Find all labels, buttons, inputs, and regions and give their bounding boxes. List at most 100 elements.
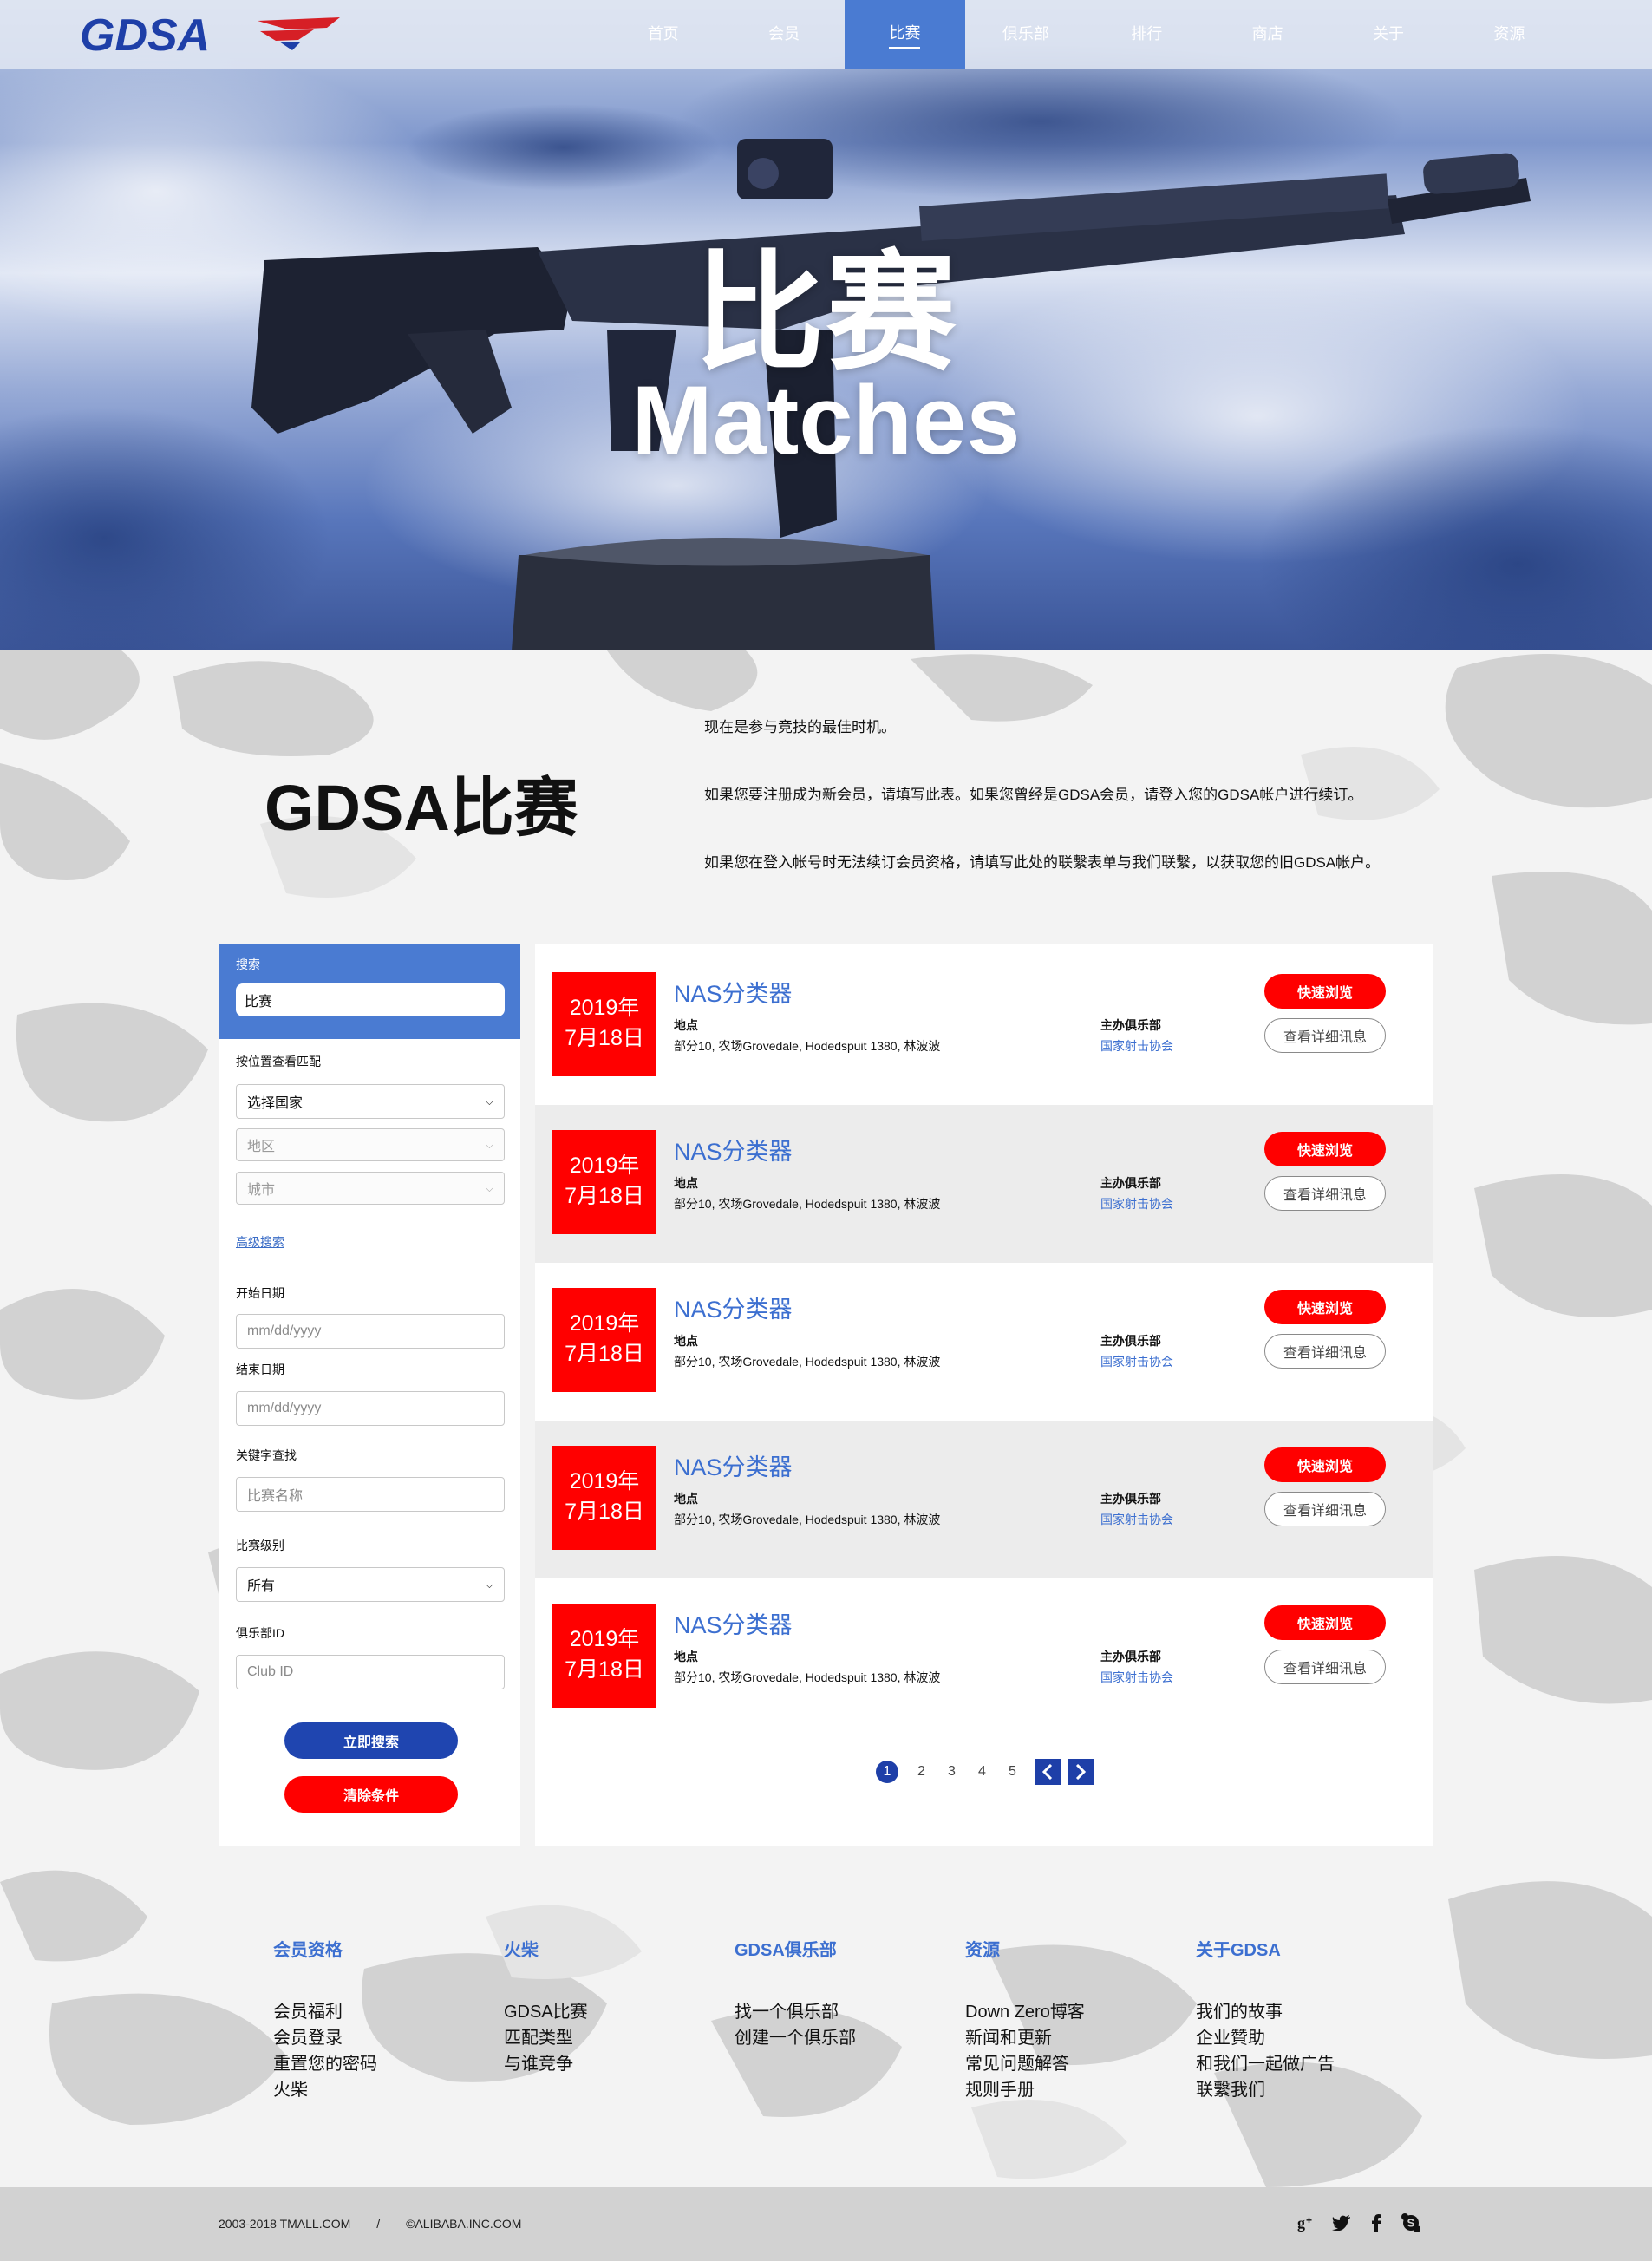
page-link[interactable]: 2 — [906, 1764, 937, 1780]
footer-link[interactable]: 我们的故事 — [1196, 1999, 1335, 2025]
match-location: 部分10, 农场Grovedale, Hodedspuit 1380, 林波波 — [674, 1039, 941, 1053]
view-details-button[interactable]: 查看详细讯息 — [1264, 1176, 1386, 1211]
intro-paragraph: 现在是参与竞技的最佳时机。 — [704, 719, 896, 735]
host-club-link[interactable]: 国家射击协会 — [1100, 1353, 1173, 1370]
copyright: 2003-2018 TMALL.COM / ©ALIBABA.INC.COM — [219, 2217, 521, 2231]
location-label: 地点 — [674, 1176, 698, 1190]
match-title[interactable]: NAS分类器 — [674, 1606, 793, 1640]
page-link[interactable]: 3 — [937, 1764, 967, 1780]
search-box-panel: 搜索 — [219, 944, 520, 1039]
region-select[interactable]: 地区 ⌵ — [236, 1128, 505, 1161]
match-location: 部分10, 农场Grovedale, Hodedspuit 1380, 林波波 — [674, 1355, 941, 1369]
host-club-link[interactable]: 国家射击协会 — [1100, 1669, 1173, 1686]
quick-view-button[interactable]: 快速浏览 — [1264, 1132, 1386, 1166]
footer-link[interactable]: 联繫我们 — [1196, 2077, 1335, 2103]
footer-column-clubs: GDSA俱乐部 找一个俱乐部 创建一个俱乐部 — [735, 1936, 856, 2051]
end-date-input[interactable]: mm/dd/yyyy — [236, 1391, 505, 1426]
club-id-input[interactable]: Club ID — [236, 1655, 505, 1689]
search-label: 搜索 — [236, 957, 260, 971]
chevron-left-icon — [1041, 1764, 1053, 1780]
social-links: g + S — [1296, 2208, 1421, 2238]
footer-link[interactable]: 新闻和更新 — [965, 2025, 1085, 2051]
match-title[interactable]: NAS分类器 — [674, 1133, 793, 1166]
club-id-label: 俱乐部ID — [236, 1626, 284, 1640]
keyword-input[interactable]: 比赛名称 — [236, 1477, 505, 1512]
page-current[interactable]: 1 — [876, 1761, 898, 1783]
nav-item-resources[interactable]: 资源 — [1449, 0, 1570, 69]
chevron-down-icon: ⌵ — [485, 1181, 493, 1194]
facebook-icon[interactable] — [1366, 2208, 1387, 2238]
intro-paragraph: 如果您在登入帐号时无法续订会员资格，请填写此处的联繫表单与我们联繫，以获取您的旧… — [704, 854, 1381, 871]
host-club-link[interactable]: 国家射击协会 — [1100, 1037, 1173, 1055]
footer-link[interactable]: 火柴 — [273, 2077, 377, 2103]
clear-filters-button[interactable]: 清除条件 — [284, 1776, 458, 1813]
view-details-button[interactable]: 查看详细讯息 — [1264, 1650, 1386, 1684]
chevron-down-icon: ⌵ — [485, 1138, 493, 1151]
level-select[interactable]: 所有 ⌵ — [236, 1567, 505, 1602]
twitter-icon[interactable] — [1331, 2208, 1352, 2238]
page-link[interactable]: 4 — [967, 1764, 997, 1780]
footer-link[interactable]: 重置您的密码 — [273, 2051, 377, 2077]
gdsa-logo[interactable]: GDSA — [80, 10, 344, 61]
nav-item-rankings[interactable]: 排行 — [1087, 0, 1207, 69]
quick-view-button[interactable]: 快速浏览 — [1264, 974, 1386, 1009]
keyword-label: 关键字查找 — [236, 1448, 297, 1462]
country-select[interactable]: 选择国家 ⌵ — [236, 1084, 505, 1119]
footer-link[interactable]: 匹配类型 — [504, 2025, 588, 2051]
host-club-label: 主办俱乐部 — [1100, 1018, 1161, 1032]
intro-text: 现在是参与竞技的最佳时机。 如果您要注册成为新会员，请填写此表。如果您曾经是GD… — [704, 716, 1450, 919]
view-details-button[interactable]: 查看详细讯息 — [1264, 1492, 1386, 1526]
match-date: 2019年 7月18日 — [552, 972, 656, 1076]
advanced-search-link[interactable]: 高级搜索 — [236, 1233, 284, 1251]
nav-item-home[interactable]: 首页 — [603, 0, 723, 69]
footer-link[interactable]: 企业贊助 — [1196, 2025, 1335, 2051]
svg-text:GDSA: GDSA — [80, 16, 210, 56]
quick-view-button[interactable]: 快速浏览 — [1264, 1290, 1386, 1324]
copyright-text: 2003-2018 TMALL.COM — [219, 2217, 351, 2231]
match-card: 2019年 7月18日 NAS分类器 地点 部分10, 农场Grovedale, … — [535, 1578, 1433, 1736]
google-plus-icon[interactable]: g + — [1296, 2208, 1317, 2238]
footer-link[interactable]: 找一个俱乐部 — [735, 1999, 856, 2025]
footer-link[interactable]: 与谁竞争 — [504, 2051, 588, 2077]
view-details-button[interactable]: 查看详细讯息 — [1264, 1334, 1386, 1369]
quick-view-button[interactable]: 快速浏览 — [1264, 1605, 1386, 1640]
nav-item-members[interactable]: 会员 — [723, 0, 844, 69]
footer-link[interactable]: 和我们一起做广告 — [1196, 2051, 1335, 2077]
city-select[interactable]: 城市 ⌵ — [236, 1172, 505, 1205]
start-date-input[interactable]: mm/dd/yyyy — [236, 1314, 505, 1349]
match-title[interactable]: NAS分类器 — [674, 1448, 793, 1482]
nav-item-shop[interactable]: 商店 — [1207, 0, 1328, 69]
footer-link[interactable]: 规则手册 — [965, 2077, 1085, 2103]
next-page-button[interactable] — [1068, 1759, 1094, 1785]
footer-link[interactable]: Down Zero博客 — [965, 1999, 1085, 2025]
quick-view-button[interactable]: 快速浏览 — [1264, 1447, 1386, 1482]
location-label: 地点 — [674, 1492, 698, 1506]
host-club-label: 主办俱乐部 — [1100, 1492, 1161, 1506]
view-details-button[interactable]: 查看详细讯息 — [1264, 1018, 1386, 1053]
location-label: 地点 — [674, 1018, 698, 1032]
nav-item-matches[interactable]: 比赛 — [844, 0, 966, 69]
nav-item-about[interactable]: 关于 — [1328, 0, 1448, 69]
match-card: 2019年 7月18日 NAS分类器 地点 部分10, 农场Grovedale, … — [535, 1263, 1433, 1421]
footer-column-about: 关于GDSA 我们的故事 企业贊助 和我们一起做广告 联繫我们 — [1196, 1936, 1335, 2103]
host-club-link[interactable]: 国家射击协会 — [1100, 1195, 1173, 1212]
page-link[interactable]: 5 — [997, 1764, 1028, 1780]
footer-link[interactable]: 创建一个俱乐部 — [735, 2025, 856, 2051]
copyright-text: ©ALIBABA.INC.COM — [406, 2217, 522, 2231]
footer-link[interactable]: GDSA比赛 — [504, 1999, 588, 2025]
skype-icon[interactable]: S — [1401, 2208, 1421, 2238]
nav-item-clubs[interactable]: 俱乐部 — [965, 0, 1086, 69]
search-input[interactable] — [236, 983, 505, 1016]
footer-link[interactable]: 会员登录 — [273, 2025, 377, 2051]
host-club-link[interactable]: 国家射击协会 — [1100, 1511, 1173, 1528]
location-label: 按位置查看匹配 — [236, 1055, 321, 1068]
footer-link[interactable]: 会员福利 — [273, 1999, 377, 2025]
match-title[interactable]: NAS分类器 — [674, 975, 793, 1009]
search-now-button[interactable]: 立即搜索 — [284, 1722, 458, 1759]
hero-title-en: Matches — [631, 366, 1021, 474]
prev-page-button[interactable] — [1035, 1759, 1061, 1785]
match-card: 2019年 7月18日 NAS分类器 地点 部分10, 农场Grovedale, … — [535, 1105, 1433, 1263]
match-title[interactable]: NAS分类器 — [674, 1291, 793, 1324]
gdsa-logo-icon: GDSA — [80, 10, 340, 61]
footer-link[interactable]: 常见问题解答 — [965, 2051, 1085, 2077]
